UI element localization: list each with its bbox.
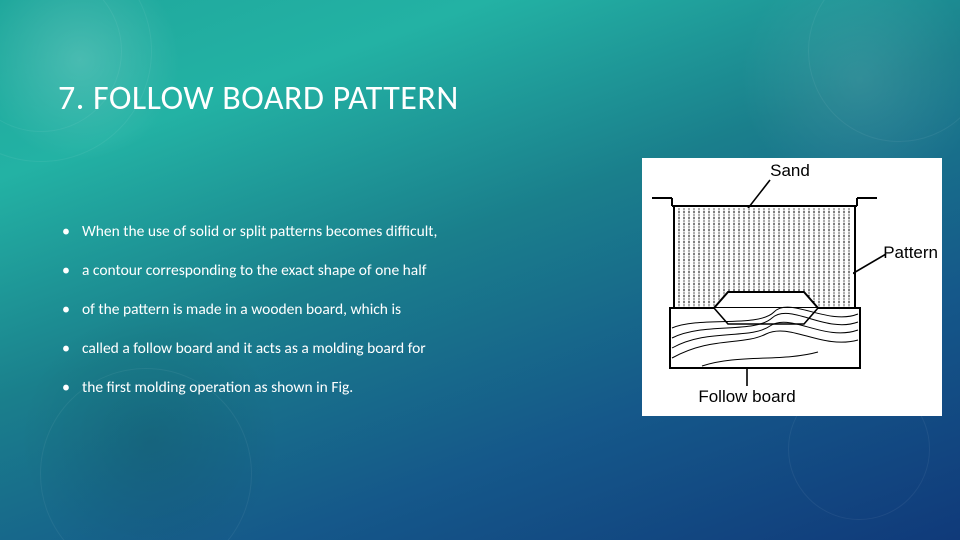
pattern-shape: [714, 292, 818, 308]
figure-label-pattern: Pattern: [883, 243, 938, 262]
bullet-item: called a follow board and it acts as a m…: [58, 339, 618, 360]
slide: 7. FOLLOW BOARD PATTERN When the use of …: [0, 0, 960, 540]
follow-board-diagram-svg: Sand Pattern Follow board: [642, 158, 942, 416]
bullet-list: When the use of solid or split patterns …: [58, 222, 618, 399]
decorative-ring: [808, 0, 960, 142]
figure-label-sand: Sand: [770, 161, 810, 180]
figure-panel: Sand Pattern Follow board: [642, 158, 942, 416]
bullet-item: When the use of solid or split patterns …: [58, 222, 618, 243]
slide-body: When the use of solid or split patterns …: [58, 222, 618, 417]
figure-label-follow-board: Follow board: [698, 387, 795, 406]
follow-board-block: [670, 307, 860, 368]
slide-title: 7. FOLLOW BOARD PATTERN: [58, 78, 459, 119]
bullet-item: a contour corresponding to the exact sha…: [58, 261, 618, 282]
bullet-item: of the pattern is made in a wooden board…: [58, 300, 618, 321]
bullet-item: the first molding operation as shown in …: [58, 378, 618, 399]
